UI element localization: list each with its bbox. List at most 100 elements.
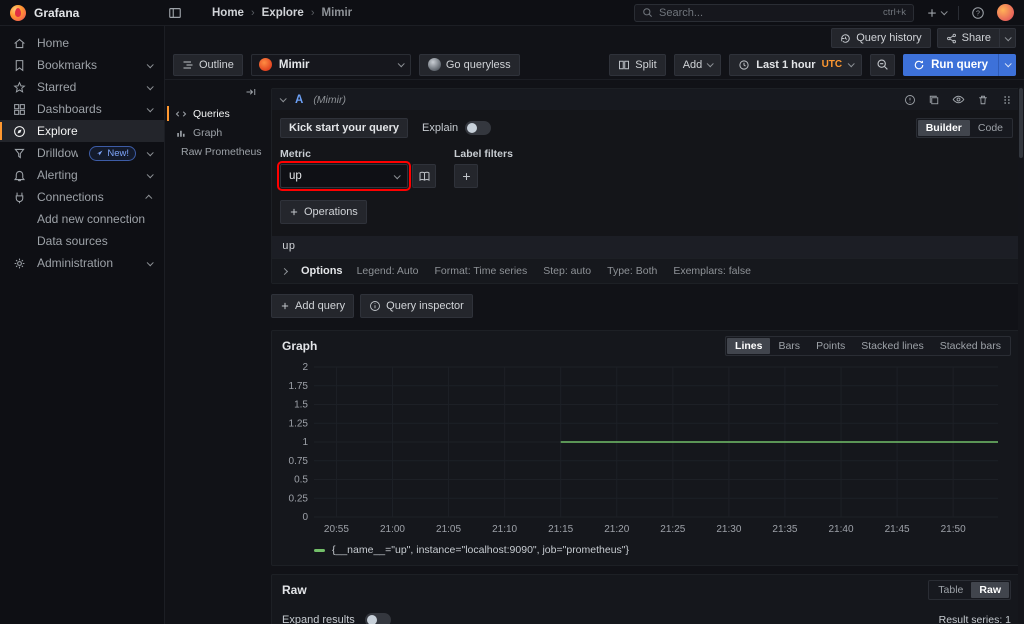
query-datasource-hint: (Mimir): [313, 94, 346, 106]
graph-style-points[interactable]: Points: [808, 338, 853, 354]
kick-start-query-button[interactable]: Kick start your query: [280, 118, 408, 138]
sidebar-item-add-new-connection[interactable]: Add new connection: [0, 208, 164, 230]
expand-results-toggle[interactable]: [365, 613, 391, 624]
sidebar-item-starred[interactable]: Starred: [0, 76, 164, 98]
x-tick-label: 21:05: [436, 524, 461, 535]
queryless-icon: [428, 58, 441, 71]
breadcrumb-home[interactable]: Home: [212, 7, 244, 19]
remove-query-trash-icon[interactable]: [977, 94, 989, 106]
share-button[interactable]: Share: [937, 28, 1000, 48]
code-mode-option[interactable]: Code: [970, 120, 1011, 136]
y-tick-label: 0: [302, 512, 308, 523]
outline-button[interactable]: Outline: [173, 54, 243, 76]
sidebar-item-alerting[interactable]: Alerting: [0, 164, 164, 186]
sidebar-item-dashboards[interactable]: Dashboards: [0, 98, 164, 120]
add-query-button[interactable]: Add query: [271, 294, 354, 318]
graph-style-stacked-bars[interactable]: Stacked bars: [932, 338, 1009, 354]
legend-series-name[interactable]: {__name__="up", instance="localhost:9090…: [332, 544, 629, 556]
hide-response-eye-icon[interactable]: [952, 93, 965, 106]
outline-item-graph[interactable]: Graph: [169, 123, 265, 142]
outline-item-queries[interactable]: Queries: [169, 104, 265, 123]
sidebar-item-explore[interactable]: Explore: [0, 120, 164, 142]
global-search[interactable]: ctrl+k: [634, 4, 914, 22]
run-query-caret[interactable]: [998, 54, 1016, 76]
scrollbar[interactable]: [1018, 86, 1024, 624]
query-ref-id[interactable]: A: [295, 94, 303, 106]
graph-style-lines[interactable]: Lines: [727, 338, 770, 354]
metrics-browser-button[interactable]: [412, 164, 436, 188]
help-button[interactable]: ?: [967, 3, 989, 23]
builder-mode-option[interactable]: Builder: [918, 120, 970, 136]
split-button[interactable]: Split: [609, 54, 665, 76]
chevron-down-icon: [394, 172, 401, 179]
chevron-down-icon[interactable]: [147, 171, 154, 178]
chevron-down-icon[interactable]: [147, 259, 154, 266]
raw-view-option[interactable]: Raw: [971, 582, 1009, 598]
query-inspector-button[interactable]: Query inspector: [360, 294, 473, 318]
graph-style-bars[interactable]: Bars: [770, 338, 808, 354]
time-series-chart[interactable]: 00.250.50.7511.251.51.75220:5521:0021:05…: [272, 359, 1021, 542]
query-help-icon[interactable]: [904, 94, 916, 106]
scrollbar-thumb[interactable]: [1019, 88, 1023, 158]
chevron-up-icon[interactable]: [145, 194, 152, 201]
outline-item-raw-prometheus[interactable]: Raw Prometheus: [169, 142, 265, 161]
query-option-item: Legend: Auto: [357, 265, 419, 277]
x-tick-label: 21:35: [772, 524, 797, 535]
content-outline-panel: Queries Graph Raw Prometheus: [165, 80, 265, 624]
x-tick-label: 21:45: [885, 524, 910, 535]
history-icon: [840, 33, 851, 44]
sidebar-item-data-sources[interactable]: Data sources: [0, 230, 164, 252]
explain-toggle[interactable]: [465, 121, 491, 135]
sidebar-item-home[interactable]: Home: [0, 32, 164, 54]
time-range-picker[interactable]: Last 1 hour UTC: [729, 54, 862, 76]
x-tick-label: 21:15: [548, 524, 573, 535]
drag-handle-icon[interactable]: [1001, 94, 1013, 106]
user-avatar[interactable]: [997, 4, 1014, 21]
add-dropdown-button[interactable]: Add: [674, 54, 722, 76]
breadcrumb-explore[interactable]: Explore: [262, 7, 304, 19]
result-series-count: Result series: 1: [939, 614, 1011, 624]
search-icon: [642, 7, 653, 18]
breadcrumb: Home › Explore › Mimir: [212, 7, 626, 19]
plug-icon: [12, 191, 26, 204]
query-history-button[interactable]: Query history: [831, 28, 930, 48]
x-tick-label: 21:10: [492, 524, 517, 535]
metric-select[interactable]: up: [280, 164, 408, 188]
x-tick-label: 20:55: [324, 524, 349, 535]
sidebar-item-connections[interactable]: Connections: [0, 186, 164, 208]
datasource-picker[interactable]: Mimir: [251, 54, 411, 76]
sidebar-item-administration[interactable]: Administration: [0, 252, 164, 274]
share-menu-caret[interactable]: [1000, 28, 1016, 48]
x-tick-label: 21:20: [604, 524, 629, 535]
graph-style-stacked-lines[interactable]: Stacked lines: [853, 338, 931, 354]
y-tick-label: 0.5: [294, 475, 308, 486]
chart-svg: 00.250.50.7511.251.51.75220:5521:0021:05…: [276, 359, 1004, 539]
add-operations-button[interactable]: Operations: [280, 200, 367, 224]
divider: [958, 6, 959, 20]
chevron-down-icon[interactable]: [147, 149, 154, 156]
chevron-down-icon[interactable]: [147, 83, 154, 90]
chevron-down-icon[interactable]: [147, 105, 154, 112]
sidebar-item-drilldown[interactable]: Drilldown New!: [0, 142, 164, 164]
search-input[interactable]: [659, 7, 877, 19]
new-menu-button[interactable]: [922, 3, 950, 23]
table-view-option[interactable]: Table: [930, 582, 971, 598]
add-label-filter-button[interactable]: [454, 164, 478, 188]
dock-sidebar-icon[interactable]: [168, 6, 182, 20]
go-queryless-button[interactable]: Go queryless: [419, 54, 520, 76]
query-options-row[interactable]: Options Legend: AutoFormat: Time seriesS…: [272, 258, 1021, 283]
raw-view-switch: Table Raw: [928, 580, 1011, 600]
duplicate-query-icon[interactable]: [928, 94, 940, 106]
collapse-query-icon[interactable]: [280, 95, 287, 102]
compass-icon: [12, 125, 26, 138]
chevron-down-icon[interactable]: [147, 61, 154, 68]
collapse-outline-icon[interactable]: [245, 86, 257, 98]
zoom-out-button[interactable]: [870, 54, 895, 76]
new-badge: New!: [89, 146, 136, 161]
chart-legend: {__name__="up", instance="localhost:9090…: [272, 542, 1021, 565]
chevron-right-icon: [281, 267, 288, 274]
query-editor-toolbar: Kick start your query Explain Builder Co…: [272, 110, 1021, 144]
sidebar-item-bookmarks[interactable]: Bookmarks: [0, 54, 164, 76]
run-query-button[interactable]: Run query: [903, 54, 998, 76]
editor-mode-switch: Builder Code: [916, 118, 1013, 138]
